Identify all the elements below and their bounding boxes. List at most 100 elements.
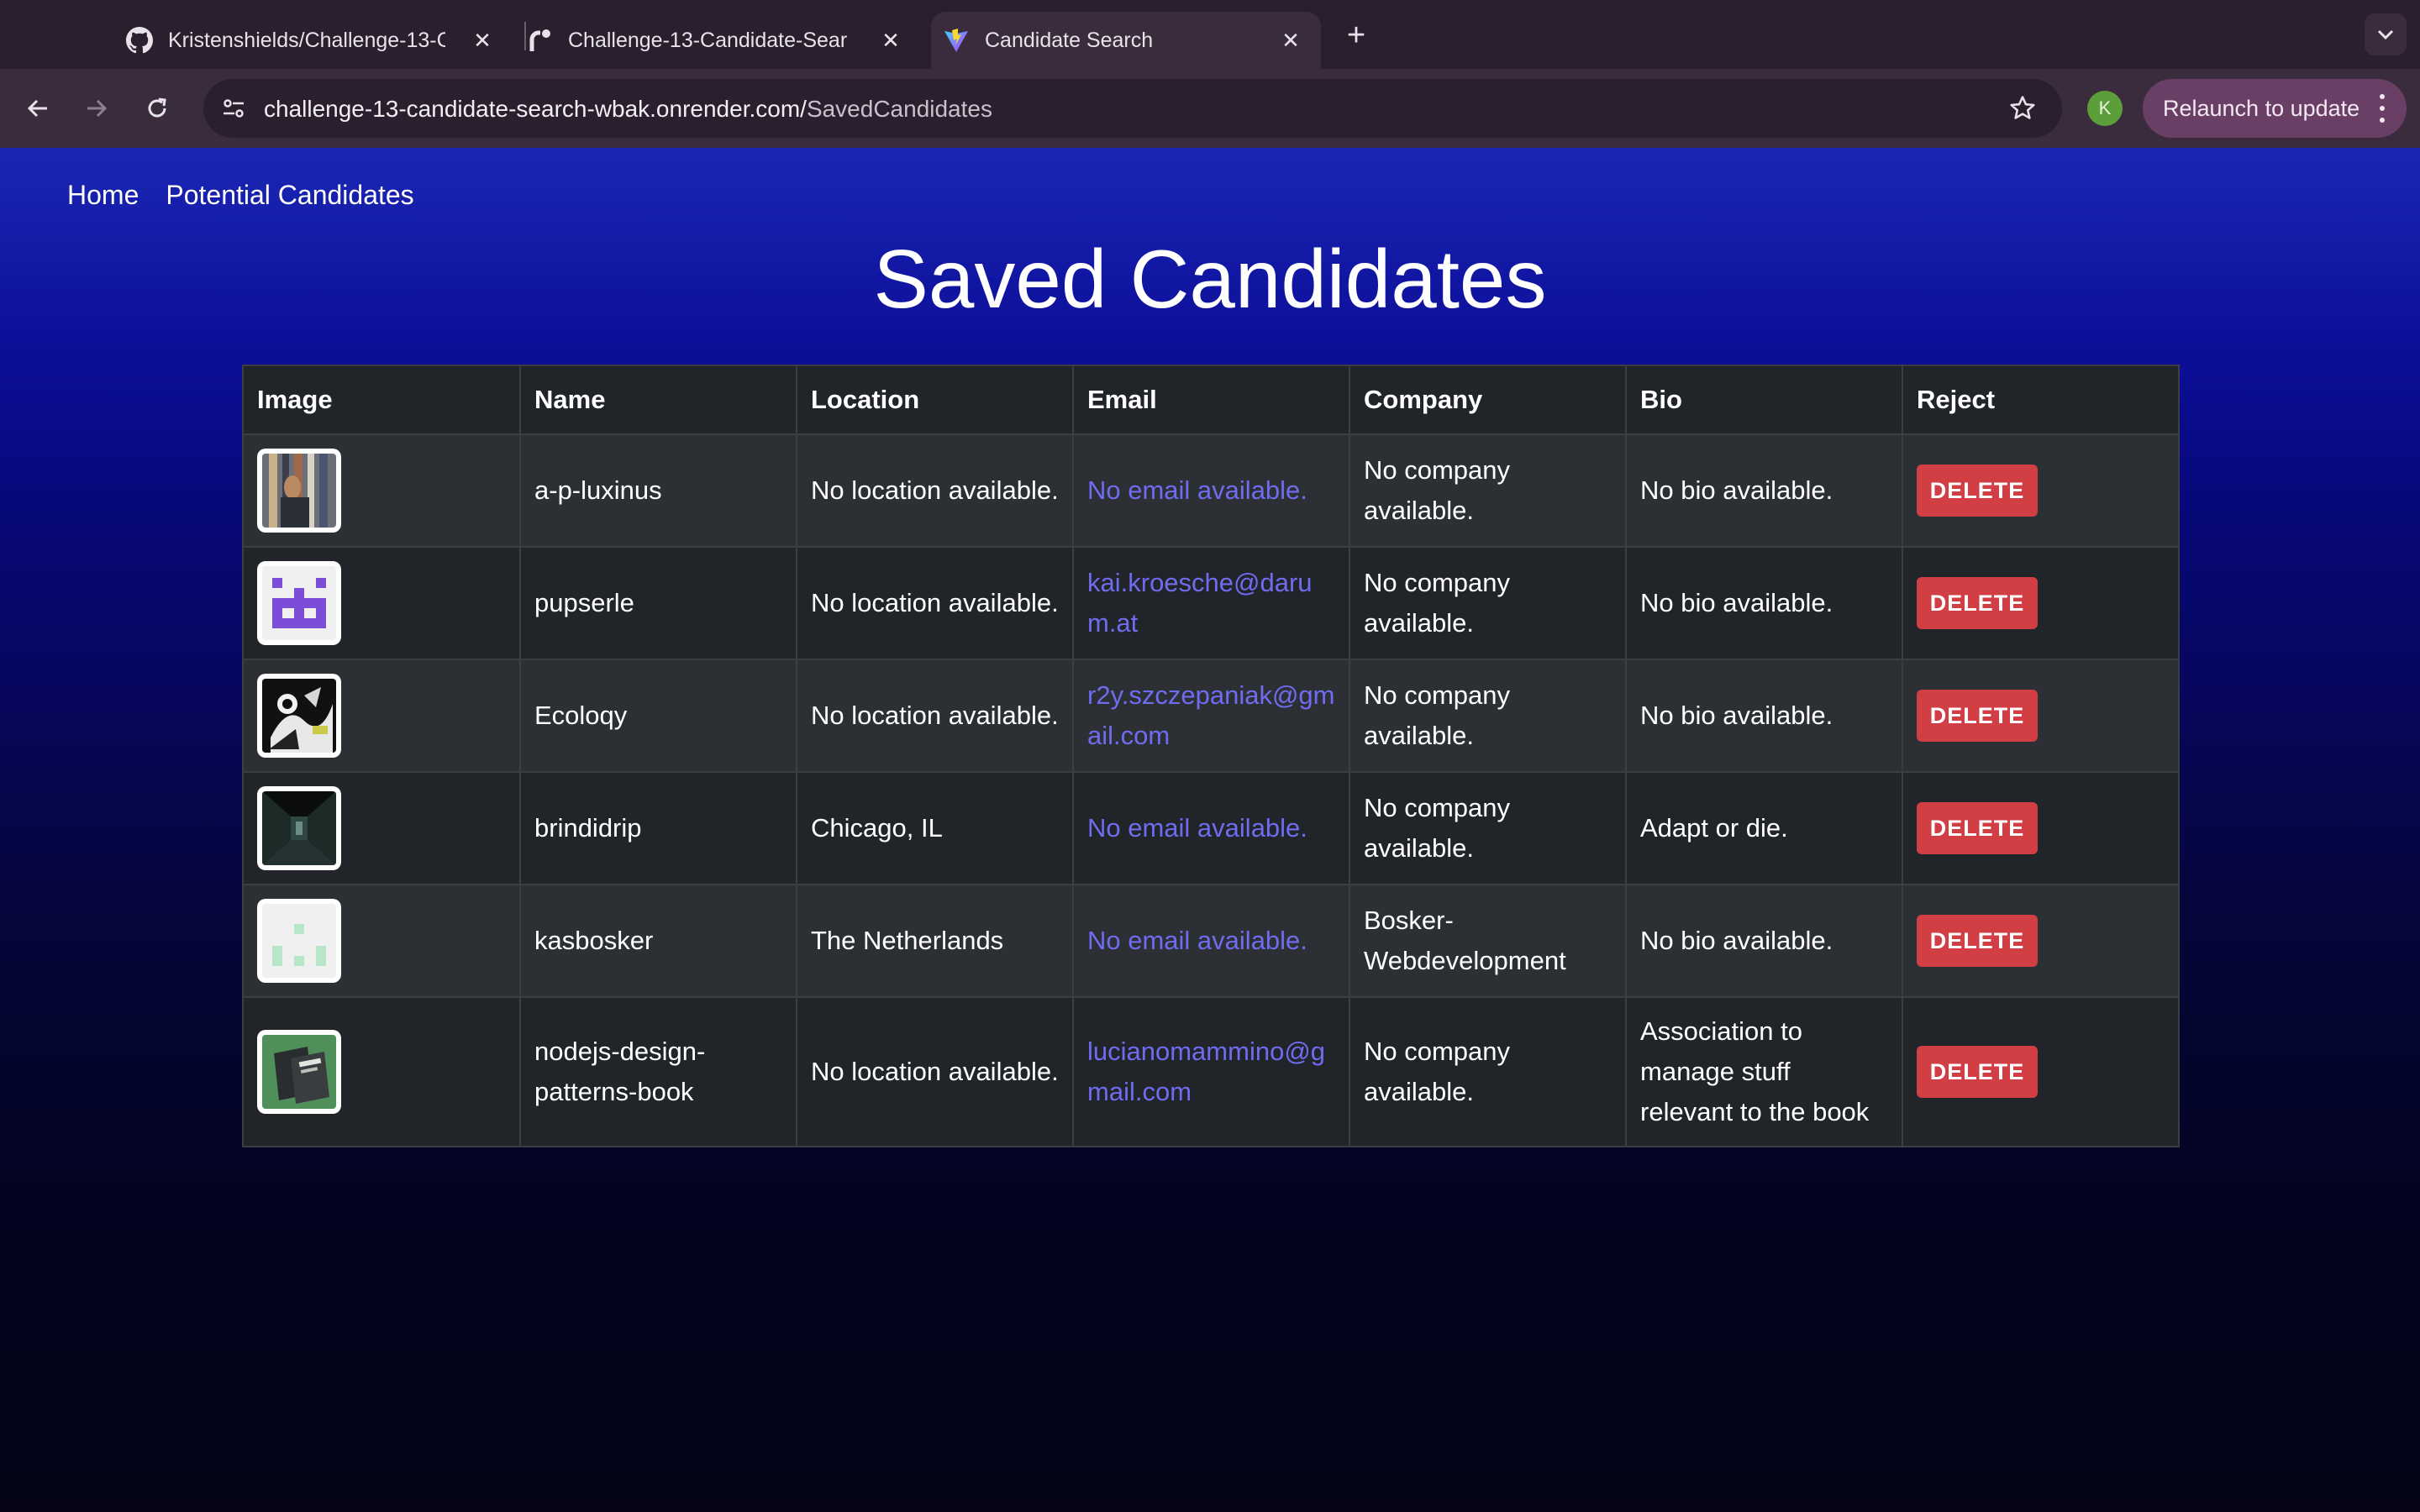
- render-icon: [526, 27, 553, 54]
- cell-location: Chicago, IL: [796, 771, 1074, 885]
- delete-button[interactable]: DELETE: [1917, 465, 2038, 517]
- photo-avatar-1-icon: [262, 454, 336, 528]
- candidate-avatar: [257, 674, 341, 758]
- candidate-avatar: [257, 1030, 341, 1114]
- candidate-avatar: [257, 899, 341, 983]
- cell-image: [242, 771, 521, 885]
- site-settings-icon[interactable]: [218, 93, 249, 123]
- column-header-location: Location: [796, 365, 1074, 435]
- site-nav: Home Potential Candidates: [67, 180, 414, 211]
- address-bar[interactable]: challenge-13-candidate-search-wbak.onren…: [203, 79, 2062, 138]
- table-row: Ecoloqy No location available. r2y.szcze…: [242, 659, 2180, 773]
- cell-email: kai.kroesche@darum.at: [1072, 546, 1350, 660]
- book-avatar-icon: [262, 1035, 336, 1109]
- cell-bio: No bio available.: [1625, 433, 1903, 548]
- tab-render[interactable]: Challenge-13-Candidate-Sear ✕: [526, 12, 921, 69]
- nav-link-potential-candidates[interactable]: Potential Candidates: [166, 180, 413, 211]
- tab-title: Candidate Search: [985, 28, 1154, 52]
- reload-icon[interactable]: [138, 89, 176, 128]
- photo-avatar-3-icon: [262, 679, 336, 753]
- page-title: Saved Candidates: [873, 233, 1547, 325]
- candidate-avatar: [257, 449, 341, 533]
- email-link[interactable]: No email available.: [1087, 813, 1307, 843]
- bookmark-star-icon[interactable]: [2007, 92, 2039, 124]
- cell-name: brindidrip: [519, 771, 797, 885]
- cell-company: Bosker-Webdevelopment: [1349, 884, 1627, 998]
- cell-reject: DELETE: [1902, 546, 2180, 660]
- column-header-company: Company: [1349, 365, 1627, 435]
- profile-avatar[interactable]: K: [2087, 91, 2123, 126]
- cell-bio: Association to manage stuff relevant to …: [1625, 996, 1903, 1147]
- tab-title: Kristenshields/Challenge-13-C: [168, 28, 445, 52]
- cell-image: [242, 996, 521, 1147]
- cell-email: r2y.szczepaniak@gmail.com: [1072, 659, 1350, 773]
- identicon-green-icon: [262, 904, 336, 978]
- cell-reject: DELETE: [1902, 659, 2180, 773]
- email-link[interactable]: No email available.: [1087, 475, 1307, 505]
- cell-bio: No bio available.: [1625, 659, 1903, 773]
- email-link[interactable]: kai.kroesche@darum.at: [1087, 568, 1313, 638]
- relaunch-button[interactable]: Relaunch to update: [2143, 79, 2407, 138]
- back-arrow-icon[interactable]: [18, 89, 57, 128]
- close-tab-icon[interactable]: ✕: [1279, 29, 1302, 52]
- cell-email: No email available.: [1072, 433, 1350, 548]
- cell-name: a-p-luxinus: [519, 433, 797, 548]
- url-text[interactable]: challenge-13-candidate-search-wbak.onren…: [264, 96, 992, 123]
- browser-tab-strip: Kristenshields/Challenge-13-C ✕ Challeng…: [0, 0, 2420, 69]
- cell-image: [242, 659, 521, 773]
- page-body: Home Potential Candidates Saved Candidat…: [0, 148, 2420, 1512]
- email-link[interactable]: r2y.szczepaniak@gmail.com: [1087, 680, 1335, 750]
- table-row: nodejs-design-patterns-book No location …: [242, 996, 2180, 1147]
- cell-location: No location available.: [796, 659, 1074, 773]
- cell-reject: DELETE: [1902, 771, 2180, 885]
- email-link[interactable]: No email available.: [1087, 926, 1307, 955]
- cell-location: No location available.: [796, 546, 1074, 660]
- url-path: SavedCandidates: [806, 96, 992, 122]
- cell-company: No company available.: [1349, 546, 1627, 660]
- cell-location: No location available.: [796, 996, 1074, 1147]
- delete-button[interactable]: DELETE: [1917, 915, 2038, 967]
- cell-company: No company available.: [1349, 771, 1627, 885]
- cell-image: [242, 433, 521, 548]
- saved-candidates-table: Image Name Location Email Company Bio Re…: [242, 365, 2180, 1147]
- close-tab-icon[interactable]: ✕: [471, 29, 494, 52]
- photo-avatar-4-icon: [262, 791, 336, 865]
- identicon-purple-icon: [262, 566, 336, 640]
- new-tab-icon[interactable]: +: [1338, 17, 1375, 54]
- email-link[interactable]: lucianomammino@gmail.com: [1087, 1037, 1325, 1106]
- cell-company: No company available.: [1349, 659, 1627, 773]
- cell-reject: DELETE: [1902, 996, 2180, 1147]
- cell-name: pupserle: [519, 546, 797, 660]
- nav-link-home[interactable]: Home: [67, 180, 139, 211]
- delete-button[interactable]: DELETE: [1917, 690, 2038, 742]
- tab-candidate-search[interactable]: Candidate Search ✕: [931, 12, 1321, 69]
- column-header-email: Email: [1072, 365, 1350, 435]
- url-host: challenge-13-candidate-search-wbak.onren…: [264, 96, 807, 122]
- delete-button[interactable]: DELETE: [1917, 802, 2038, 854]
- cell-email: lucianomammino@gmail.com: [1072, 996, 1350, 1147]
- column-header-name: Name: [519, 365, 797, 435]
- vite-icon: [943, 27, 970, 54]
- delete-button[interactable]: DELETE: [1917, 577, 2038, 629]
- cell-bio: No bio available.: [1625, 884, 1903, 998]
- cell-image: [242, 884, 521, 998]
- cell-bio: Adapt or die.: [1625, 771, 1903, 885]
- cell-image: [242, 546, 521, 660]
- delete-button[interactable]: DELETE: [1917, 1046, 2038, 1098]
- cell-email: No email available.: [1072, 884, 1350, 998]
- tab-search-chevron-icon[interactable]: [2365, 13, 2407, 55]
- cell-name: kasbosker: [519, 884, 797, 998]
- candidate-avatar: [257, 561, 341, 645]
- column-header-reject: Reject: [1902, 365, 2180, 435]
- more-menu-icon[interactable]: [2378, 94, 2386, 123]
- cell-reject: DELETE: [1902, 884, 2180, 998]
- close-tab-icon[interactable]: ✕: [879, 29, 902, 52]
- cell-reject: DELETE: [1902, 433, 2180, 548]
- forward-arrow-icon[interactable]: [77, 89, 116, 128]
- table-row: a-p-luxinus No location available. No em…: [242, 433, 2180, 548]
- candidate-avatar: [257, 786, 341, 870]
- column-header-bio: Bio: [1625, 365, 1903, 435]
- cell-name: Ecoloqy: [519, 659, 797, 773]
- tab-title: Challenge-13-Candidate-Sear: [568, 28, 848, 52]
- tab-github[interactable]: Kristenshields/Challenge-13-C ✕: [126, 12, 513, 69]
